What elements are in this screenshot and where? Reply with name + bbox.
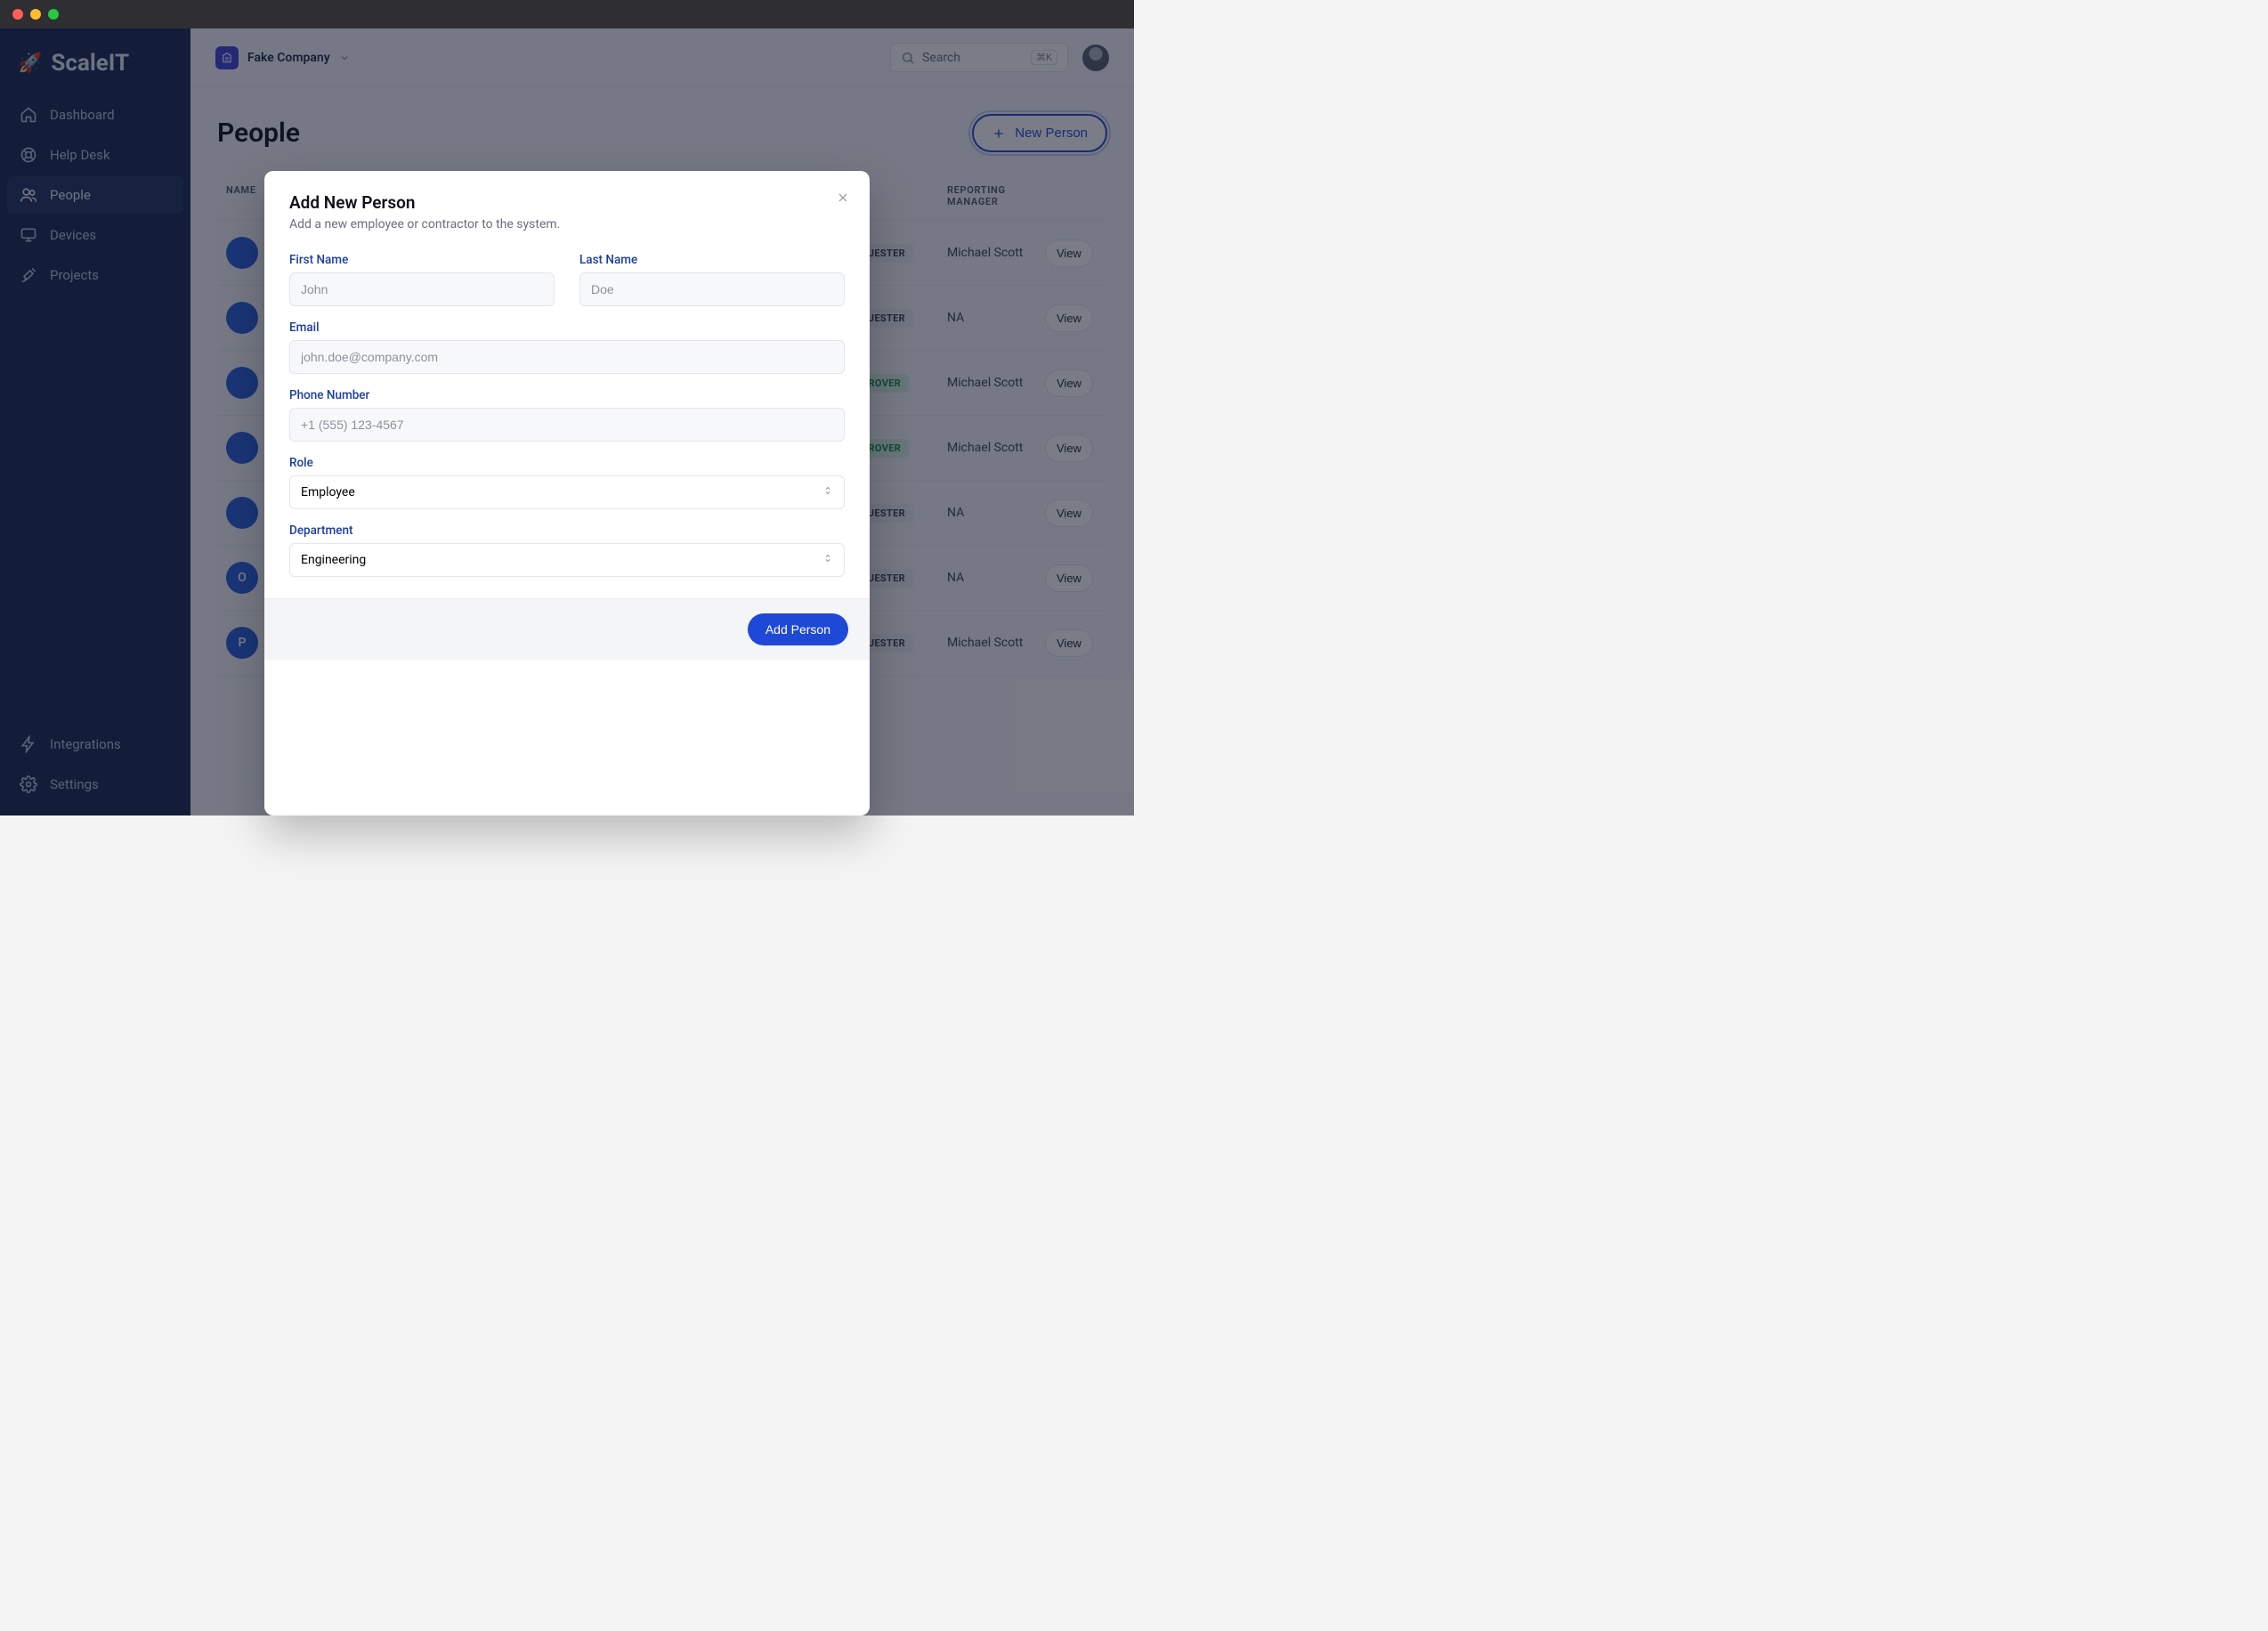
close-icon: [836, 191, 850, 205]
email-input[interactable]: [289, 340, 845, 374]
dialog-title: Add New Person: [289, 192, 845, 213]
modal-overlay[interactable]: Add New Person Add a new employee or con…: [0, 28, 1134, 816]
chevron-updown-icon: [822, 553, 833, 567]
window-maximize-dot[interactable]: [48, 9, 59, 20]
window-title-bar: [0, 0, 1134, 28]
first-name-input[interactable]: [289, 272, 555, 306]
submit-label: Add Person: [765, 622, 830, 637]
phone-input[interactable]: [289, 408, 845, 442]
add-person-dialog: Add New Person Add a new employee or con…: [264, 171, 870, 816]
close-button[interactable]: [836, 191, 850, 208]
department-value: Engineering: [301, 553, 366, 567]
role-value: Employee: [301, 485, 355, 499]
add-person-submit-button[interactable]: Add Person: [748, 613, 848, 645]
dialog-subtitle: Add a new employee or contractor to the …: [289, 217, 845, 231]
role-select[interactable]: Employee: [289, 475, 845, 509]
phone-label: Phone Number: [289, 388, 845, 402]
last-name-input[interactable]: [579, 272, 845, 306]
last-name-label: Last Name: [579, 253, 845, 267]
chevron-updown-icon: [822, 485, 833, 499]
department-label: Department: [289, 523, 845, 538]
role-label: Role: [289, 456, 845, 470]
window-close-dot[interactable]: [12, 9, 23, 20]
department-select[interactable]: Engineering: [289, 543, 845, 577]
email-label: Email: [289, 321, 845, 335]
first-name-label: First Name: [289, 253, 555, 267]
window-minimize-dot[interactable]: [30, 9, 41, 20]
